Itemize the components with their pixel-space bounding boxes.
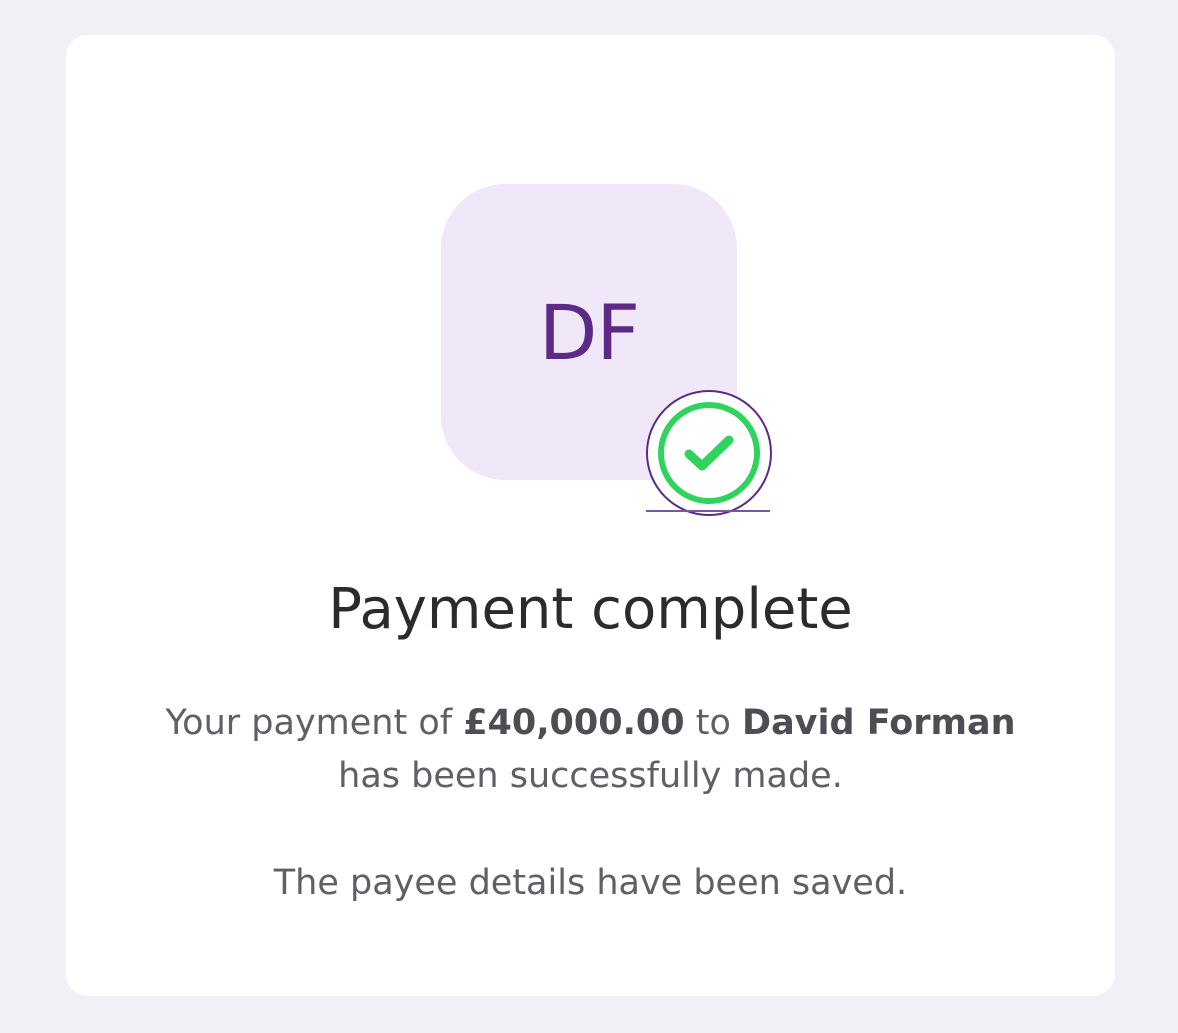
payee-avatar-group: DF xyxy=(441,184,773,516)
payment-message-line-2: has been successfully made. xyxy=(338,756,843,796)
payee-saved-note: The payee details have been saved. xyxy=(273,863,908,903)
check-circle-icon xyxy=(658,402,760,504)
payment-confirmation-card: DF Payment complete Your payment of £40,… xyxy=(66,35,1115,996)
checkmark-icon xyxy=(684,435,734,471)
badge-underline xyxy=(646,510,770,512)
payment-amount: £40,000.00 xyxy=(463,703,685,743)
message-prefix: Your payment of xyxy=(165,703,464,743)
payment-message: Your payment of £40,000.00 to David Form… xyxy=(66,697,1115,803)
page-title: Payment complete xyxy=(328,577,853,642)
payment-message-line-1: Your payment of £40,000.00 to David Form… xyxy=(66,697,1115,750)
payee-name: David Forman xyxy=(742,703,1016,743)
success-badge xyxy=(646,390,772,516)
payee-initials: DF xyxy=(538,287,640,377)
message-middle: to xyxy=(684,703,743,743)
